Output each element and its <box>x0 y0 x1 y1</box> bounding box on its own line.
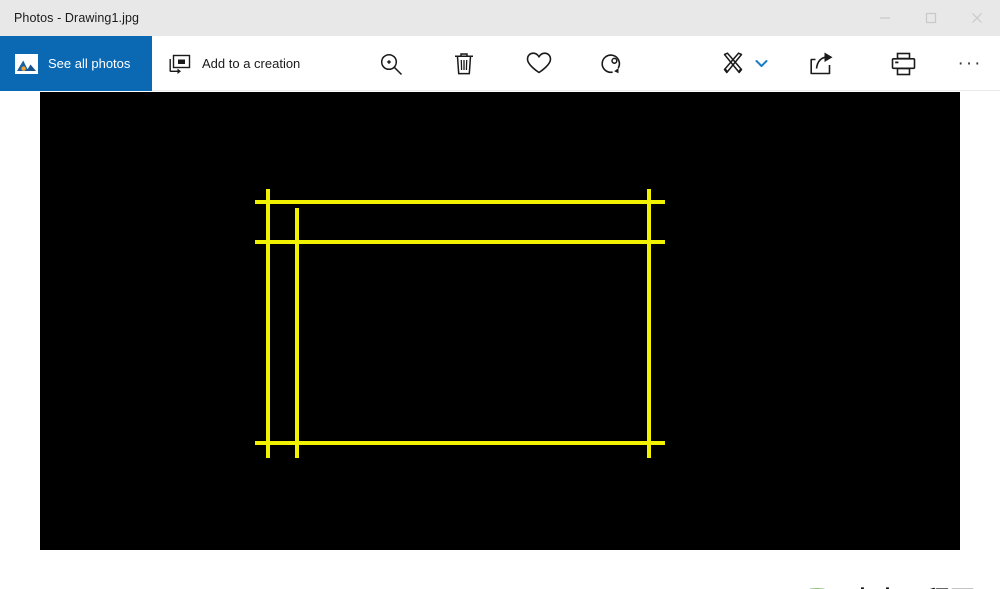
photos-gallery-icon <box>14 52 38 76</box>
window-title: Photos - Drawing1.jpg <box>14 11 140 25</box>
delete-button[interactable] <box>441 36 487 91</box>
maximize-button[interactable] <box>908 0 954 36</box>
add-to-creation-label: Add to a creation <box>202 56 301 71</box>
rotate-button[interactable] <box>589 36 635 91</box>
command-bar: See all photos Add to a creation ··· <box>0 36 1000 91</box>
cad-background <box>40 92 960 550</box>
share-arrow-icon <box>810 52 833 74</box>
more-options-button[interactable]: ··· <box>948 36 992 91</box>
civilcn-buildings-swoosh-logo <box>809 588 826 589</box>
trash-can-icon <box>455 52 473 74</box>
close-button[interactable] <box>954 0 1000 36</box>
photos-app-window: Photos - Drawing1.jpg See all photos Add… <box>0 0 1000 589</box>
chevron-down-icon[interactable] <box>750 59 772 68</box>
add-to-creation-button[interactable]: Add to a creation <box>160 36 308 91</box>
zoom-in-magnifier-icon <box>380 53 403 75</box>
add-to-creation-icon <box>168 53 192 75</box>
see-all-photos-button[interactable]: See all photos <box>0 36 152 91</box>
minimize-button[interactable] <box>862 0 908 36</box>
see-all-photos-label: See all photos <box>48 56 131 71</box>
ellipsis-icon: ··· <box>957 53 983 74</box>
favorite-button[interactable] <box>516 36 562 91</box>
print-button[interactable] <box>880 36 926 91</box>
heart-outline-icon <box>526 52 552 74</box>
rotate-icon <box>601 53 621 73</box>
photo-viewer-area: 土木工程网 www.civilcn.com <box>0 92 1000 589</box>
printer-icon <box>891 52 915 75</box>
edit-and-create-button[interactable] <box>716 36 772 91</box>
watermark-civilcn: 土木工程网 www.civilcn.com <box>760 570 1000 589</box>
share-button[interactable] <box>799 36 845 91</box>
title-bar: Photos - Drawing1.jpg <box>0 0 1000 36</box>
maximize-icon <box>925 12 937 24</box>
window-controls <box>862 0 1000 36</box>
cad-drawing <box>40 92 960 550</box>
photo-image[interactable] <box>40 92 960 550</box>
minimize-icon <box>880 17 890 19</box>
brush-pencil-edit-icon <box>716 50 750 78</box>
zoom-button[interactable] <box>368 36 414 91</box>
close-icon <box>972 13 982 23</box>
